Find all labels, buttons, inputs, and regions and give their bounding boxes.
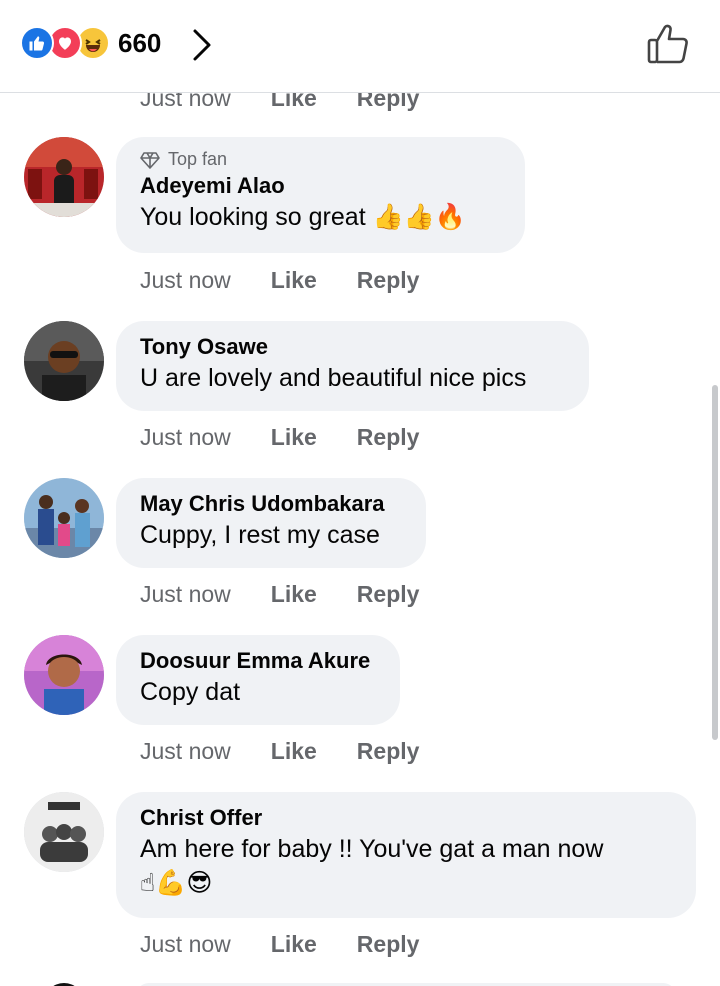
comment-actions-partial: Just now Like Reply — [140, 93, 459, 112]
avatar[interactable] — [24, 478, 104, 558]
emoji-group: 👍👍🔥 — [372, 202, 466, 231]
comment-bubble[interactable]: Top fan Adeyemi Alao You looking so grea… — [116, 137, 525, 253]
like-button[interactable]: Like — [271, 93, 317, 112]
avatar[interactable] — [24, 137, 104, 217]
like-reaction-icon — [20, 26, 54, 60]
thumbs-up-icon[interactable] — [646, 22, 690, 66]
comment-bubble[interactable]: May Chris Udombakara Cuppy, I rest my ca… — [116, 478, 426, 568]
comment-time: Just now — [140, 581, 231, 607]
reply-button[interactable]: Reply — [357, 93, 420, 112]
emoji-group: ☝💪😎 — [140, 868, 213, 897]
reply-button[interactable]: Reply — [357, 267, 420, 294]
diamond-icon — [140, 151, 160, 169]
comment-time: Just now — [140, 267, 231, 293]
commenter-name[interactable]: Christ Offer — [140, 804, 672, 832]
comment-text: Am here for baby !! You've gat a man now — [140, 835, 604, 863]
avatar[interactable] — [24, 792, 104, 872]
comment-text: Cuppy, I rest my case — [140, 521, 380, 549]
commenter-name[interactable]: Adeyemi Alao — [140, 172, 501, 200]
commenter-name[interactable]: May Chris Udombakara — [140, 490, 402, 518]
reply-button[interactable]: Reply — [357, 581, 420, 608]
scrollbar[interactable] — [712, 385, 718, 740]
reaction-count[interactable]: 660 — [118, 28, 161, 59]
comments-list[interactable]: Just now Like Reply Top fan Adeyemi Alao… — [0, 93, 720, 986]
comment-text: You looking so great 👍👍🔥 — [140, 202, 466, 231]
chevron-right-icon[interactable] — [190, 28, 214, 62]
like-button[interactable]: Like — [271, 581, 317, 608]
reply-button[interactable]: Reply — [357, 738, 420, 765]
reactions-header: 660 — [0, 0, 720, 93]
reactions-summary[interactable]: 660 — [20, 26, 161, 60]
comment-time: Just now — [140, 93, 231, 111]
commenter-name[interactable]: Doosuur Emma Akure — [140, 647, 376, 675]
comment-actions: Just now Like Reply — [140, 931, 459, 958]
comment-actions: Just now Like Reply — [140, 267, 459, 294]
comment-bubble[interactable]: Christ Offer Am here for baby !! You've … — [116, 792, 696, 918]
comment-text: U are lovely and beautiful nice pics — [140, 364, 527, 392]
reply-button[interactable]: Reply — [357, 931, 420, 958]
like-button[interactable]: Like — [271, 738, 317, 765]
comment-bubble[interactable]: Doosuur Emma Akure Copy dat — [116, 635, 400, 725]
comment-time: Just now — [140, 931, 231, 957]
avatar[interactable] — [24, 635, 104, 715]
comment-time: Just now — [140, 738, 231, 764]
comment-time: Just now — [140, 424, 231, 450]
comment-actions: Just now Like Reply — [140, 581, 459, 608]
like-button[interactable]: Like — [271, 267, 317, 294]
commenter-name[interactable]: Tony Osawe — [140, 333, 565, 361]
comment-actions: Just now Like Reply — [140, 424, 459, 451]
like-button[interactable]: Like — [271, 931, 317, 958]
comment-text: Copy dat — [140, 678, 241, 706]
avatar[interactable] — [24, 321, 104, 401]
comment-bubble[interactable]: Tony Osawe U are lovely and beautiful ni… — [116, 321, 589, 411]
comment-actions: Just now Like Reply — [140, 738, 459, 765]
reply-button[interactable]: Reply — [357, 424, 420, 451]
top-fan-badge: Top fan — [140, 149, 501, 170]
like-button[interactable]: Like — [271, 424, 317, 451]
